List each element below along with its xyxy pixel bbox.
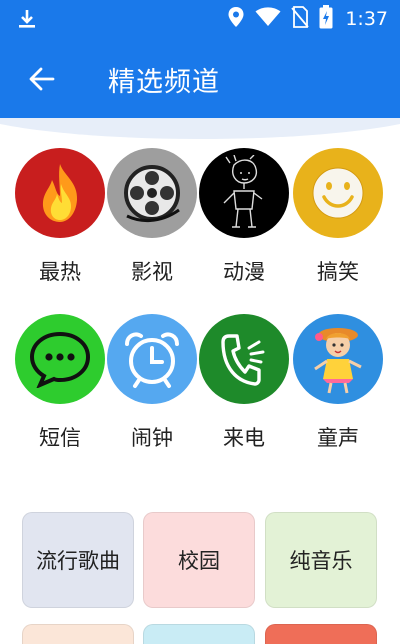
phone-ringing-icon	[221, 334, 265, 386]
location-icon	[227, 6, 245, 32]
category-label: 校园	[178, 549, 220, 573]
channel-label: 影视	[131, 260, 173, 284]
channel-circle	[199, 314, 289, 404]
no-sim-icon	[291, 6, 310, 32]
channel-item-hot[interactable]: 最热	[14, 148, 106, 286]
channel-circle	[15, 148, 105, 238]
arrow-back-icon	[29, 67, 55, 91]
category-tag-5[interactable]	[143, 624, 255, 644]
child-girl-icon	[314, 328, 362, 394]
anime-character-icon	[223, 155, 263, 228]
channel-item-sms[interactable]: 短信	[14, 314, 106, 452]
message-bubble-icon	[29, 331, 91, 388]
channel-circle	[293, 314, 383, 404]
channel-item-anime[interactable]: 动漫	[198, 148, 290, 286]
channel-label: 搞笑	[317, 260, 359, 284]
channel-item-alarm[interactable]: 闹钟	[106, 314, 198, 452]
channel-label: 来电	[223, 426, 265, 450]
back-button[interactable]	[22, 59, 62, 99]
channel-label: 闹钟	[131, 426, 173, 450]
channel-item-funny[interactable]: 搞笑	[292, 148, 384, 286]
alarm-clock-icon	[125, 332, 179, 388]
fire-icon	[42, 164, 78, 222]
app-bar: 精选频道	[0, 38, 400, 120]
channel-label: 童声	[317, 426, 359, 450]
page-title: 精选频道	[108, 67, 220, 98]
header-wave	[0, 118, 400, 139]
category-tag-pop[interactable]: 流行歌曲	[22, 512, 134, 608]
category-tag-6[interactable]	[265, 624, 377, 644]
battery-charging-icon	[319, 5, 333, 33]
category-tag-campus[interactable]: 校园	[143, 512, 255, 608]
channel-item-call[interactable]: 来电	[198, 314, 290, 452]
channel-label: 最热	[39, 260, 81, 284]
channel-circle	[107, 314, 197, 404]
channel-circle	[199, 148, 289, 238]
download-icon	[16, 8, 38, 34]
channel-label: 短信	[39, 426, 81, 450]
category-label: 流行歌曲	[36, 549, 120, 573]
category-tag-4[interactable]	[22, 624, 134, 644]
status-time: 1:37	[345, 8, 388, 30]
wifi-icon	[255, 7, 281, 31]
channel-circle	[15, 314, 105, 404]
film-reel-icon	[124, 165, 180, 222]
channel-circle	[293, 148, 383, 238]
category-label: 纯音乐	[289, 549, 353, 573]
channel-item-child[interactable]: 童声	[292, 314, 384, 452]
channel-circle	[107, 148, 197, 238]
smiley-icon	[312, 167, 364, 219]
status-bar: 1:37	[0, 0, 400, 38]
channel-item-film[interactable]: 影视	[106, 148, 198, 286]
category-tag-instrumental[interactable]: 纯音乐	[265, 512, 377, 608]
channel-label: 动漫	[223, 260, 265, 284]
